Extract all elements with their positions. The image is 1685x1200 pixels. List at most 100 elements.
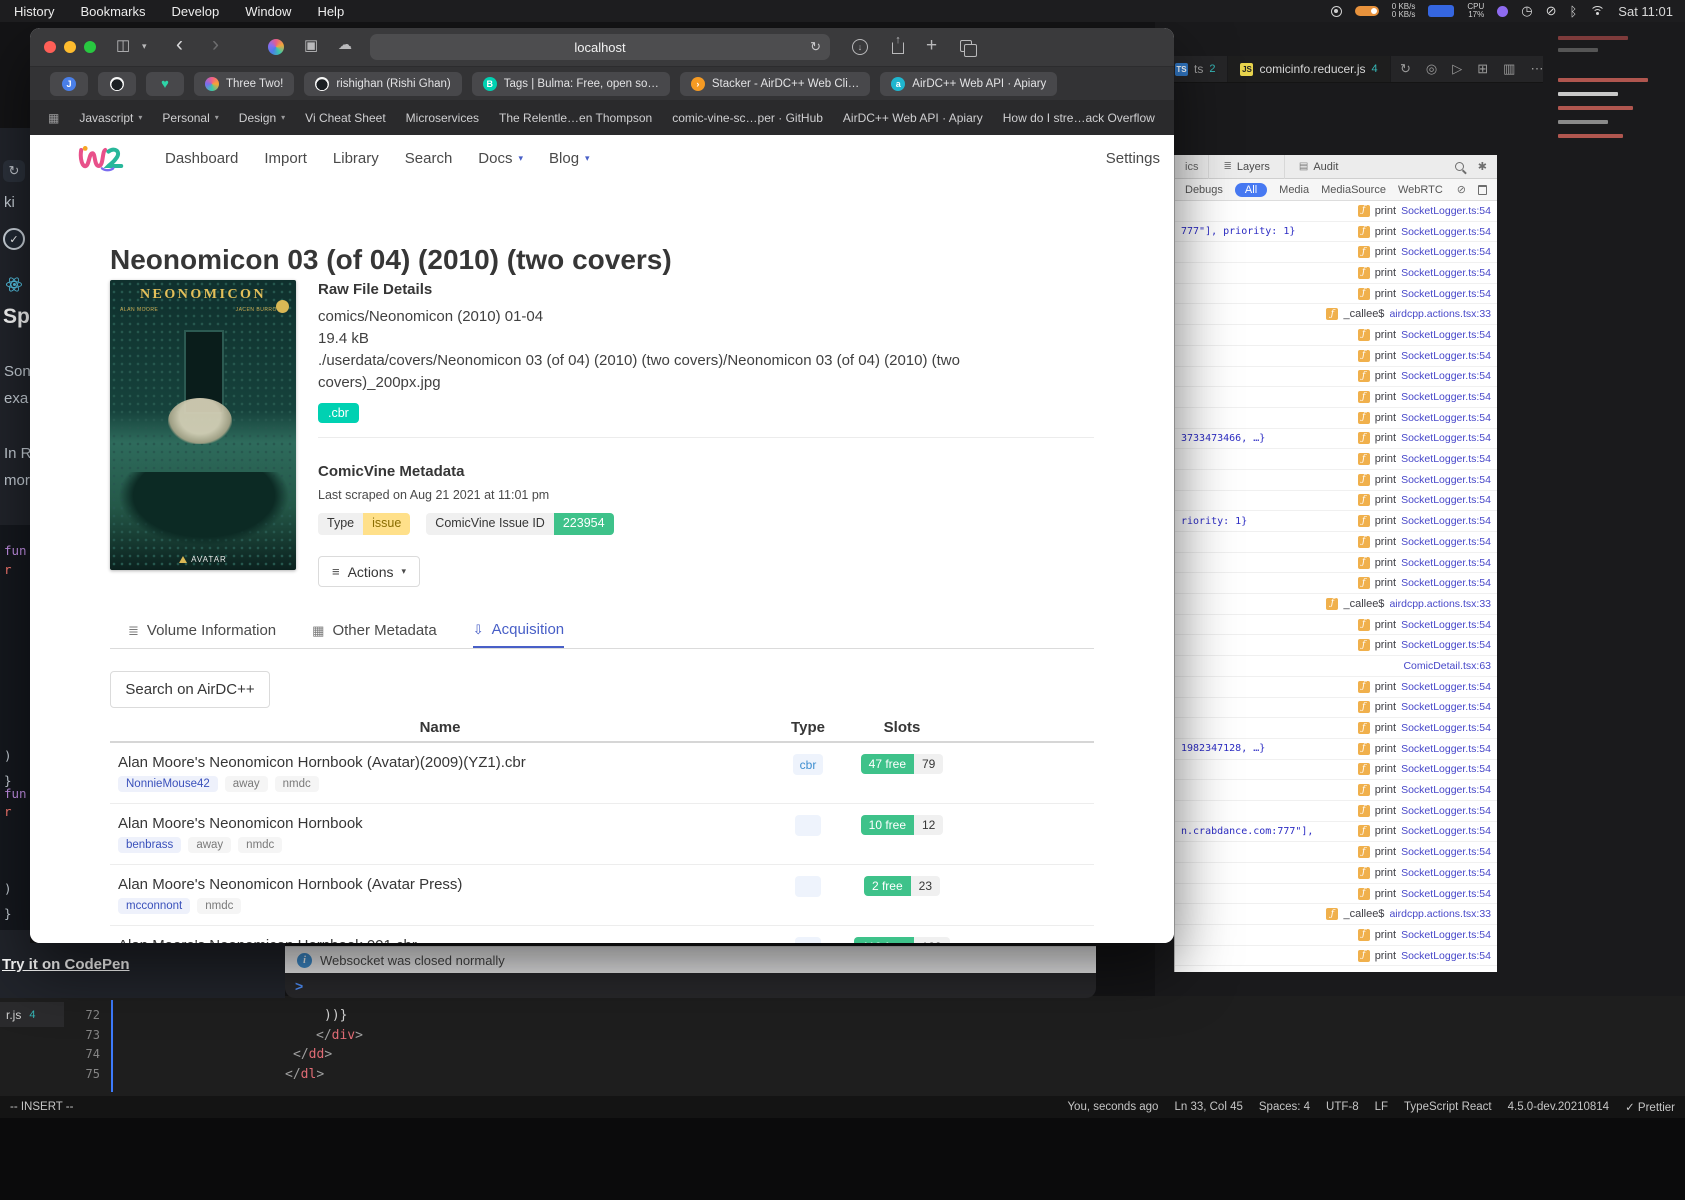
source-link[interactable]: SocketLogger.ts:54	[1401, 205, 1491, 217]
bookmark-the-relentle-en-thompson[interactable]: The Relentle…en Thompson	[499, 111, 652, 125]
inspector-tab-fragment[interactable]: ics	[1175, 161, 1208, 173]
status-lf[interactable]: LF	[1375, 1101, 1388, 1113]
console-prompt-bar[interactable]: >	[285, 973, 1096, 998]
source-link[interactable]: SocketLogger.ts:54	[1401, 246, 1491, 258]
nav-library[interactable]: Library	[333, 150, 379, 167]
chevron-down-icon[interactable]: ▾	[142, 42, 147, 51]
status-prettier[interactable]: ✓ Prettier	[1625, 1100, 1675, 1114]
bookmark-microservices[interactable]: Microservices	[406, 111, 479, 125]
menu-bookmarks[interactable]: Bookmarks	[80, 4, 145, 19]
source-link[interactable]: SocketLogger.ts:54	[1401, 681, 1491, 693]
trash-icon[interactable]	[1478, 185, 1487, 195]
bookmark-personal[interactable]: Personal▾	[162, 111, 218, 125]
clock-icon[interactable]: ◷	[1521, 3, 1532, 19]
source-link[interactable]: SocketLogger.ts:54	[1401, 350, 1491, 362]
status-you-seconds-ago[interactable]: You, seconds ago	[1067, 1101, 1158, 1113]
extension-icon[interactable]: ▣	[304, 38, 318, 53]
actions-button[interactable]: ≡ Actions ▾	[318, 556, 420, 587]
nav-import[interactable]: Import	[264, 150, 307, 167]
favorite-rishighan-rishi-ghan[interactable]: rishighan (Rishi Ghan)	[304, 72, 461, 96]
grid-icon[interactable]: ▦	[48, 111, 59, 125]
filter-webrtc[interactable]: WebRTC	[1398, 184, 1443, 196]
gear-icon[interactable]: ✱	[1478, 160, 1487, 173]
source-link[interactable]: SocketLogger.ts:54	[1401, 867, 1491, 879]
minimize-button[interactable]	[64, 41, 76, 53]
bandwidth-graph-icon[interactable]	[1428, 5, 1454, 17]
nav-dashboard[interactable]: Dashboard	[165, 150, 238, 167]
bluetooth-icon[interactable]: ᛒ	[1569, 4, 1577, 19]
codepen-link[interactable]: Try it on CodePen	[2, 956, 130, 973]
source-link[interactable]: SocketLogger.ts:54	[1401, 226, 1491, 238]
network-throughput[interactable]: 0 KB/s 0 KB/s	[1392, 3, 1416, 19]
bookmark-vi-cheat-sheet[interactable]: Vi Cheat Sheet	[305, 111, 386, 125]
table-row[interactable]: Alan Moore's Neonomicon Hornbook (Avatar…	[110, 865, 1094, 926]
inspector-tab-layers[interactable]: ≣Layers	[1208, 155, 1283, 179]
refresh-icon[interactable]: ↻	[3, 160, 25, 182]
favorite-icon-2[interactable]: ♥	[146, 72, 184, 96]
source-link[interactable]: SocketLogger.ts:54	[1401, 701, 1491, 713]
table-row[interactable]: Alan Moore's Neonomicon Hornbook (Avatar…	[110, 743, 1094, 804]
source-link[interactable]: SocketLogger.ts:54	[1401, 494, 1491, 506]
back-icon[interactable]: ‹	[176, 34, 183, 55]
wifi-icon[interactable]	[1590, 6, 1605, 17]
tab-overview-icon[interactable]	[960, 40, 972, 52]
status-typescript-react[interactable]: TypeScript React	[1404, 1101, 1492, 1113]
status-ln-33-col-45[interactable]: Ln 33, Col 45	[1174, 1101, 1242, 1113]
record-icon[interactable]: ◎	[1426, 61, 1437, 77]
refresh-icon[interactable]: ↻	[1400, 61, 1411, 77]
zoom-button[interactable]	[84, 41, 96, 53]
source-link[interactable]: SocketLogger.ts:54	[1401, 412, 1491, 424]
source-link[interactable]: airdcpp.actions.tsx:33	[1389, 908, 1491, 920]
app-status-icon[interactable]	[1497, 6, 1508, 17]
search-airdcpp-button[interactable]: Search on AirDC++	[110, 671, 270, 708]
source-link[interactable]: SocketLogger.ts:54	[1401, 329, 1491, 341]
source-link[interactable]: SocketLogger.ts:54	[1401, 619, 1491, 631]
close-button[interactable]	[44, 41, 56, 53]
clear-filter-icon[interactable]: ⊘	[1457, 183, 1466, 196]
source-link[interactable]: SocketLogger.ts:54	[1401, 763, 1491, 775]
screen-record-icon[interactable]	[1331, 6, 1342, 17]
source-link[interactable]: SocketLogger.ts:54	[1401, 722, 1491, 734]
source-link[interactable]: airdcpp.actions.tsx:33	[1389, 308, 1491, 320]
favorite-three-two[interactable]: Three Two!	[194, 72, 294, 96]
inspector-tab-audit[interactable]: ▤Audit	[1284, 155, 1353, 179]
source-link[interactable]: SocketLogger.ts:54	[1401, 536, 1491, 548]
menu-develop[interactable]: Develop	[171, 4, 219, 19]
source-link[interactable]: SocketLogger.ts:54	[1401, 784, 1491, 796]
favorite-stacker-airdc-web-cli[interactable]: ›Stacker - AirDC++ Web Cli…	[680, 72, 870, 96]
tab-other-metadata[interactable]: ▦Other Metadata	[312, 613, 437, 648]
source-link[interactable]: SocketLogger.ts:54	[1401, 888, 1491, 900]
menu-window[interactable]: Window	[245, 4, 291, 19]
nav-blog[interactable]: Blog▾	[549, 150, 590, 167]
filter-mediasource[interactable]: MediaSource	[1321, 184, 1386, 196]
favorite-tags-bulma-free-open-so[interactable]: BTags | Bulma: Free, open so…	[472, 72, 670, 96]
menu-history[interactable]: History	[14, 4, 54, 19]
source-link[interactable]: SocketLogger.ts:54	[1401, 639, 1491, 651]
menu-help[interactable]: Help	[317, 4, 344, 19]
layout-icon[interactable]: ▥	[1503, 61, 1515, 77]
reload-icon[interactable]: ↻	[810, 39, 821, 55]
source-link[interactable]: SocketLogger.ts:54	[1401, 515, 1491, 527]
bookmark-how-do-i-stre-ack-overflow[interactable]: How do I stre…ack Overflow	[1003, 111, 1155, 125]
downloads-icon[interactable]: ↓	[852, 39, 868, 55]
editor-tab-comicinfo-reducer-js[interactable]: JScomicinfo.reducer.js4	[1228, 56, 1390, 82]
filter-debugs[interactable]: Debugs	[1185, 184, 1223, 196]
bookmark-comic-vine-sc-per-github[interactable]: comic-vine-sc…per · GitHub	[672, 111, 823, 125]
share-icon[interactable]	[892, 42, 904, 54]
source-link[interactable]: SocketLogger.ts:54	[1401, 950, 1491, 962]
address-bar[interactable]: localhost ↻	[370, 34, 830, 60]
do-not-disturb-icon[interactable]: ⊘	[1546, 3, 1557, 19]
source-link[interactable]: SocketLogger.ts:54	[1401, 846, 1491, 858]
status-utf-8[interactable]: UTF-8	[1326, 1101, 1359, 1113]
bookmark-airdc-web-api-apiary[interactable]: AirDC++ Web API · Apiary	[843, 111, 983, 125]
threetwo-logo[interactable]	[78, 143, 126, 173]
source-link[interactable]: SocketLogger.ts:54	[1401, 577, 1491, 589]
search-icon[interactable]	[1455, 162, 1464, 171]
filter-all[interactable]: All	[1235, 183, 1267, 197]
cpu-meter[interactable]: CPU 17%	[1467, 3, 1484, 19]
bookmark-javascript[interactable]: Javascript▾	[79, 111, 142, 125]
source-link[interactable]: SocketLogger.ts:54	[1401, 267, 1491, 279]
source-link[interactable]: SocketLogger.ts:54	[1401, 370, 1491, 382]
nav-settings-link[interactable]: Settings	[1106, 135, 1160, 181]
source-link[interactable]: SocketLogger.ts:54	[1401, 825, 1491, 837]
